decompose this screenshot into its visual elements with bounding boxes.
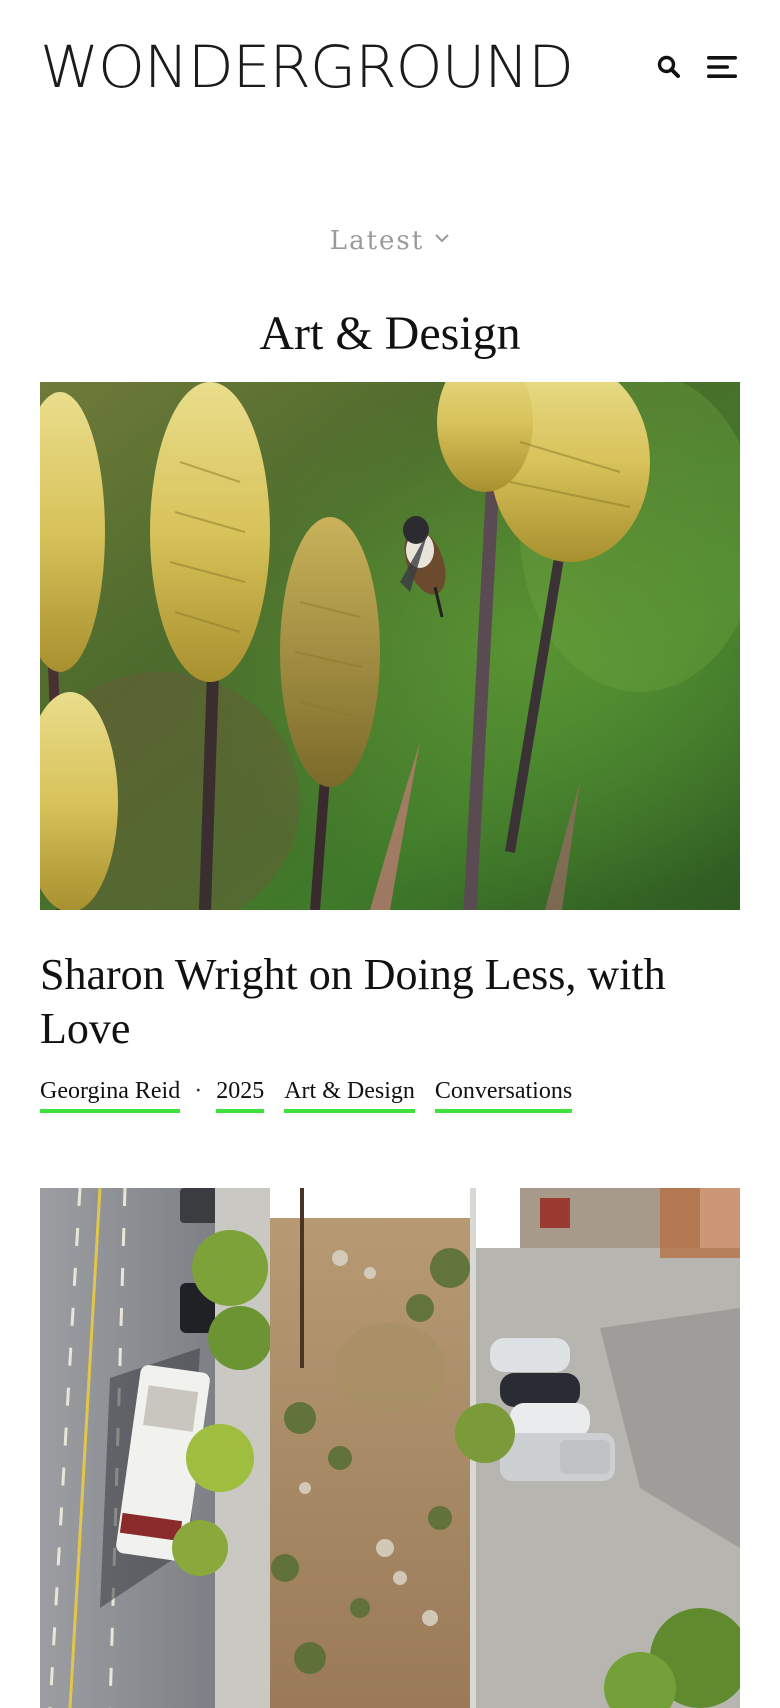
latest-filter-label: Latest xyxy=(329,226,425,256)
site-logo[interactable]: WONDERGROUND xyxy=(40,36,574,98)
tag-link-art-design[interactable]: Art & Design xyxy=(284,1078,415,1113)
article-image-hummingbird[interactable] xyxy=(40,382,740,910)
article-title[interactable]: Sharon Wright on Doing Less, with Love xyxy=(40,948,740,1056)
meta-separator: · xyxy=(194,1078,203,1104)
menu-button[interactable] xyxy=(706,50,740,84)
site-header: WONDERGROUND xyxy=(40,36,740,98)
year-link[interactable]: 2025 xyxy=(216,1078,265,1113)
search-icon xyxy=(657,55,680,78)
article-image-aerial-garden[interactable] xyxy=(40,1188,740,1708)
latest-filter-dropdown[interactable]: Latest xyxy=(0,226,780,256)
section-title: Art & Design xyxy=(259,307,521,360)
hamburger-menu-icon xyxy=(707,56,737,78)
author-link[interactable]: Georgina Reid xyxy=(40,1078,181,1113)
search-button[interactable] xyxy=(652,50,686,84)
aerial-view-of-garden-lot-photo xyxy=(40,1188,740,1708)
hummingbird-on-aloe-flowers-photo xyxy=(40,382,740,910)
article-meta: Georgina Reid · 2025 Art & Design Conver… xyxy=(40,1078,573,1122)
tag-link-conversations[interactable]: Conversations xyxy=(434,1078,573,1113)
chevron-down-icon xyxy=(435,234,449,243)
